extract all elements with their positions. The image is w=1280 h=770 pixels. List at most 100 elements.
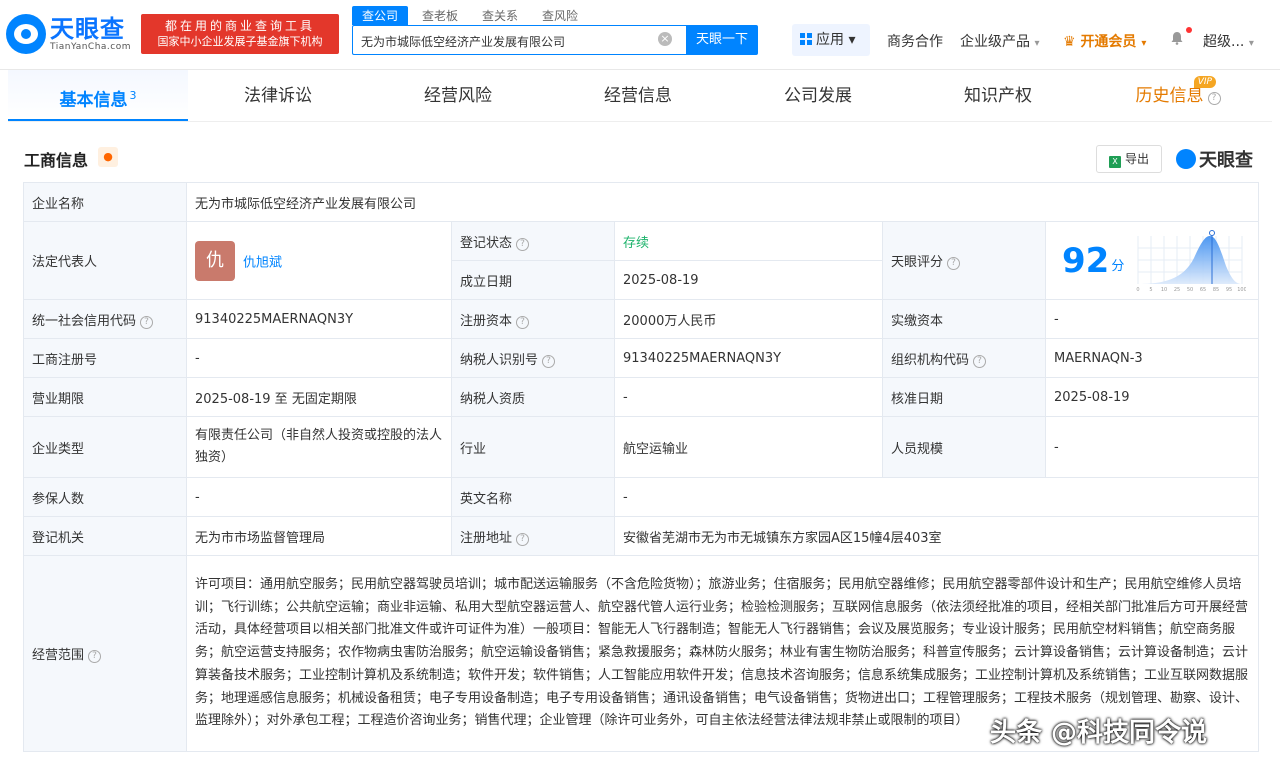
watermark-text: 头条 @科技同令说 <box>990 718 1208 748</box>
notification-dot <box>1186 27 1192 33</box>
nav-enterprise-label: 企业级产品 <box>960 34 1030 50</box>
score-unit: 分 <box>1111 259 1125 274</box>
score-label: 天眼评分 <box>891 255 944 270</box>
export-label: 导出 <box>1124 152 1149 166</box>
apps-label: 应用 <box>816 32 844 48</box>
table-row: 统一社会信用代码? 91340225MAERNAQN3Y 注册资本? 20000… <box>23 299 1260 339</box>
help-icon[interactable]: ? <box>1207 92 1221 105</box>
site-logo[interactable]: 天眼查 TianYanCha.com <box>6 14 131 54</box>
help-icon[interactable]: ? <box>973 354 987 368</box>
field-label: 纳税人资质 <box>451 377 615 417</box>
nav-open-vip[interactable]: ♛ 开通会员 ▾ <box>1063 31 1146 51</box>
help-icon[interactable]: ? <box>88 650 102 663</box>
scope-label: 经营范围 <box>32 648 85 663</box>
credit-code-value: 91340225MAERNAQN3Y <box>186 299 452 339</box>
found-date-value: 2025-08-19 <box>614 260 883 300</box>
reg-authority-value: 无为市市场监督管理局 <box>186 516 452 556</box>
company-name-value: 无为市城际低空经济产业发展有限公司 <box>185 182 1260 222</box>
eye-logo-icon <box>6 14 46 54</box>
taxpayer-qual-value: - <box>614 377 883 417</box>
notification-bell-icon[interactable] <box>1170 31 1184 45</box>
tab-risk[interactable]: 经营风险 <box>368 70 548 121</box>
field-label: 实缴资本 <box>882 299 1046 339</box>
reg-status-label: 登记状态 <box>460 235 513 251</box>
tab-basic-info[interactable]: 基本信息 3 <box>8 70 188 121</box>
eye-logo-icon <box>1176 149 1196 169</box>
tick-label: 85 <box>1213 287 1219 293</box>
taxpayer-id-label: 纳税人识别号 <box>460 352 539 368</box>
search-tab-boss[interactable]: 查老板 <box>412 6 468 25</box>
score-value: 92 <box>1062 240 1110 281</box>
field-label: 行业 <box>451 416 615 478</box>
excel-icon: X <box>1108 156 1121 168</box>
table-row: 营业期限 2025-08-19 至 无固定期限 纳税人资质 - 核准日期 202… <box>23 377 1260 417</box>
slogan-line2: 国家中小企业发展子基金旗下机构 <box>157 35 323 48</box>
search-tab-relation[interactable]: 查关系 <box>472 6 528 25</box>
tick-label: 65 <box>1200 287 1206 293</box>
paid-capital-value: - <box>1044 299 1260 339</box>
tab-development[interactable]: 公司发展 <box>728 70 908 121</box>
clear-icon[interactable]: × <box>658 32 672 46</box>
reg-address-label: 注册地址 <box>460 530 513 546</box>
field-label: 注册地址? <box>451 516 615 556</box>
user-menu[interactable]: 超级... ▾ <box>1203 31 1254 51</box>
field-label: 经营范围? <box>23 555 187 752</box>
section-title: 工商信息 <box>24 151 89 170</box>
tick-label: 100 <box>1238 287 1247 293</box>
logo-text: 天眼查 <box>50 15 125 43</box>
search-button[interactable]: 天眼一下 <box>686 25 758 55</box>
help-icon[interactable]: ? <box>516 315 530 329</box>
user-menu-label: 超级... <box>1203 34 1245 50</box>
insured-value: - <box>186 477 452 517</box>
reg-capital-label: 注册资本 <box>460 313 513 329</box>
tick-label: 0 <box>1137 287 1140 293</box>
tab-history[interactable]: 历史信息? VIP <box>1088 70 1268 121</box>
export-button[interactable]: X 导出 <box>1096 145 1162 173</box>
vip-badge: VIP <box>1193 76 1216 88</box>
tick-label: 95 <box>1226 287 1232 293</box>
help-icon[interactable]: ? <box>542 354 556 368</box>
help-icon[interactable]: ? <box>947 257 961 270</box>
search-input[interactable]: 无为市城际低空经济产业发展有限公司 <box>352 25 686 55</box>
reg-address-value: 安徽省芜湖市无为市无城镇东方家园A区15幢4层403室 <box>613 516 1260 556</box>
avatar: 仇 <box>195 240 235 281</box>
nav-enterprise-products[interactable]: 企业级产品 ▾ <box>960 31 1039 51</box>
field-label: 天眼评分? <box>882 221 1046 300</box>
help-icon[interactable]: ? <box>516 532 530 546</box>
tab-ip[interactable]: 知识产权 <box>908 70 1088 121</box>
subscribe-bell-icon[interactable]: ● <box>98 147 118 167</box>
search-tab-company[interactable]: 查公司 <box>352 6 409 25</box>
help-icon[interactable]: ? <box>140 315 154 329</box>
grid-icon <box>800 33 812 45</box>
field-label: 企业类型 <box>23 416 187 478</box>
legal-rep-link[interactable]: 仇旭斌 <box>243 255 282 270</box>
field-label: 登记机关 <box>23 516 187 556</box>
field-label: 人员规模 <box>882 416 1046 478</box>
field-label: 英文名称 <box>451 477 615 517</box>
org-code-label: 组织机构代码 <box>891 352 970 368</box>
company-type-value: 有限责任公司（非自然人投资或控股的法人独资） <box>186 416 452 478</box>
nav-business-cooperation[interactable]: 商务合作 <box>887 31 943 51</box>
apps-menu-button[interactable]: 应用 ▾ <box>792 24 870 56</box>
approve-date-value: 2025-08-19 <box>1044 377 1260 417</box>
help-icon[interactable]: ? <box>516 237 530 251</box>
table-row: 参保人数 - 英文名称 - <box>23 477 1260 517</box>
logo-domain: TianYanCha.com <box>50 42 132 52</box>
tab-history-label: 历史信息 <box>1135 86 1204 106</box>
biz-reg-no-value: - <box>186 338 452 378</box>
status-badge: 存续 <box>614 221 883 261</box>
taxpayer-id-value: 91340225MAERNAQN3Y <box>614 338 883 378</box>
tab-legal[interactable]: 法律诉讼 <box>188 70 368 121</box>
staff-size-value: - <box>1044 416 1260 478</box>
score-cell[interactable]: 92 分 0 5 10 25 50 65 85 95 100 <box>1044 221 1260 300</box>
slogan-banner: 都在用的商业查询工具 国家中小企业发展子基金旗下机构 <box>141 14 339 54</box>
brand-mark: 天眼查 <box>1176 146 1253 172</box>
tab-operation[interactable]: 经营信息 <box>548 70 728 121</box>
slogan-line1: 都在用的商业查询工具 <box>164 19 315 33</box>
search-tab-risk[interactable]: 查风险 <box>532 6 588 25</box>
field-label: 核准日期 <box>882 377 1046 417</box>
biz-term-value: 2025-08-19 至 无固定期限 <box>186 377 452 417</box>
org-code-value: MAERNAQN-3 <box>1044 338 1260 378</box>
field-label: 组织机构代码? <box>882 338 1046 378</box>
field-label: 企业名称 <box>23 182 187 222</box>
